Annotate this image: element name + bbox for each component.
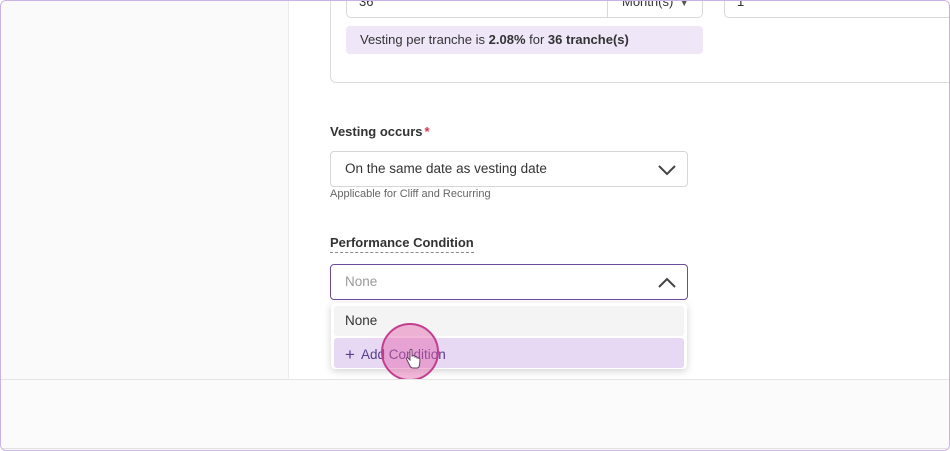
caret-down-icon: ▼ xyxy=(679,0,690,9)
required-mark: * xyxy=(424,124,430,139)
chevron-up-icon xyxy=(658,277,676,288)
tranche-summary: Vesting per tranche is 2.08% for 36 tran… xyxy=(346,26,703,54)
vesting-period-input[interactable]: 36 xyxy=(346,1,607,18)
plus-icon: + xyxy=(345,345,355,364)
hand-pointer-icon xyxy=(405,348,421,369)
vesting-occurs-helper: Applicable for Cliff and Recurring xyxy=(330,188,491,200)
performance-condition-select[interactable]: None xyxy=(330,264,688,300)
vesting-occurs-select[interactable]: On the same date as vesting date xyxy=(330,151,688,187)
option-none[interactable]: None xyxy=(334,306,684,336)
performance-condition-label: Performance Condition xyxy=(330,235,474,253)
vesting-occurs-label: Vesting occurs * xyxy=(330,124,430,139)
vesting-occurs-label-text: Vesting occurs xyxy=(330,124,423,139)
option-none-label: None xyxy=(345,313,378,328)
vesting-schedule-card: 36 Month(s) ▼ 1 Vesting per tranche is 2.… xyxy=(330,0,949,83)
performance-condition-placeholder: None xyxy=(345,274,378,289)
footer-divider xyxy=(1,448,949,449)
left-panel xyxy=(1,1,289,379)
tranche-frequency-input[interactable]: 1 xyxy=(724,1,949,18)
vesting-period-unit-select[interactable]: Month(s) ▼ xyxy=(607,0,703,18)
tranche-mid: for xyxy=(525,32,548,47)
tranche-percent: 2.08% xyxy=(488,32,526,47)
tranche-count: 36 tranche(s) xyxy=(547,32,629,47)
footer-bar xyxy=(1,379,949,450)
period-unit-label: Month(s) xyxy=(622,0,674,9)
tranche-prefix: Vesting per tranche is xyxy=(360,32,489,47)
chevron-down-icon xyxy=(658,165,676,176)
app-frame: 36 Month(s) ▼ 1 Vesting per tranche is 2.… xyxy=(0,0,950,451)
vesting-occurs-value: On the same date as vesting date xyxy=(345,161,547,176)
